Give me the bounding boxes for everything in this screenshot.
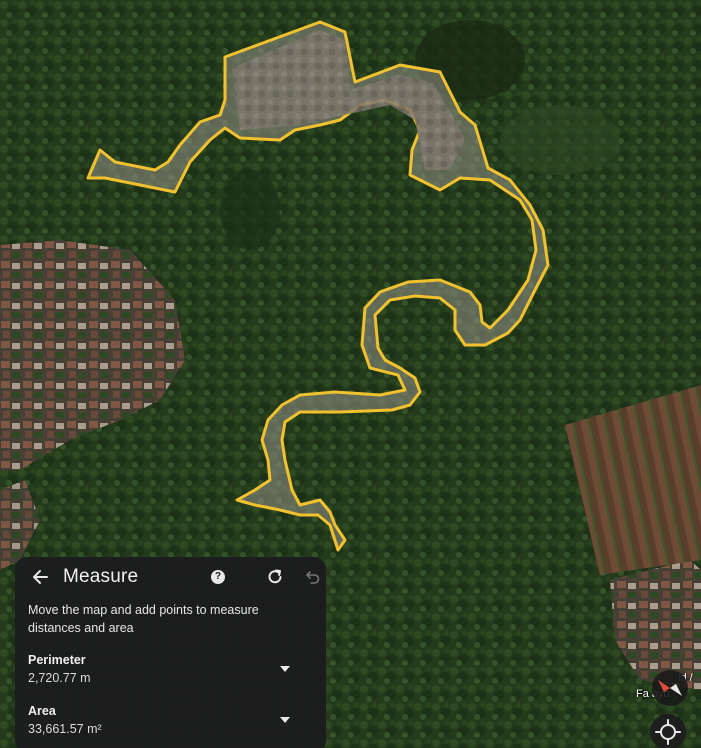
measure-instructions: Move the map and add points to measure d… xyxy=(28,603,259,635)
forest-patch xyxy=(220,170,280,250)
perimeter-value: 2,720.77 m xyxy=(28,671,91,685)
compass-icon[interactable] xyxy=(650,668,690,708)
forest-patch xyxy=(500,105,620,175)
back-arrow-icon[interactable] xyxy=(29,566,51,588)
perimeter-label: Perimeter xyxy=(28,653,86,667)
measure-panel-header: Measure ? xyxy=(15,557,326,601)
measure-panel: Measure ? Move the map and add points to… xyxy=(15,557,326,748)
reset-icon[interactable] xyxy=(266,568,284,586)
undo-icon[interactable] xyxy=(305,569,321,585)
locate-icon xyxy=(655,719,681,745)
panel-title: Measure xyxy=(63,566,139,587)
help-icon[interactable]: ? xyxy=(211,570,225,584)
area-value: 33,661.57 m² xyxy=(28,722,102,736)
area-label: Area xyxy=(28,704,56,718)
perimeter-unit-dropdown-icon[interactable] xyxy=(279,665,291,673)
locate-button[interactable] xyxy=(650,714,686,748)
area-unit-dropdown-icon[interactable] xyxy=(279,716,291,724)
